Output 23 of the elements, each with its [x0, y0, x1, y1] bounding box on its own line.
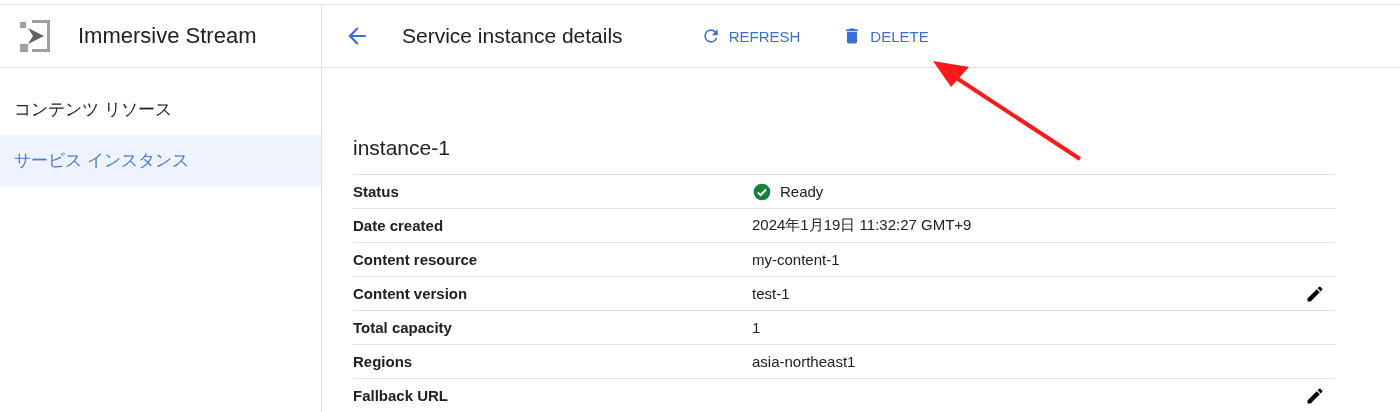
page-title: Service instance details	[402, 24, 623, 48]
field-label: Total capacity	[353, 319, 453, 336]
field-value: test-1	[752, 285, 791, 302]
field-label: Fallback URL	[353, 387, 450, 404]
field-label: Content version	[353, 285, 469, 302]
delete-button[interactable]: DELETE	[840, 22, 931, 50]
refresh-button[interactable]: REFRESH	[698, 22, 803, 50]
field-value: my-content-1	[752, 251, 841, 268]
field-label: Status	[353, 183, 400, 200]
field-label: Date created	[353, 217, 445, 234]
nav-item[interactable]: サービス インスタンス	[0, 135, 321, 186]
status-text: Ready	[780, 183, 824, 200]
field-label: Content resource	[353, 251, 479, 268]
app-title: Immersive Stream	[78, 23, 257, 49]
field-value: asia-northeast1	[752, 353, 857, 370]
field-value: 2024年1月19日 11:32:27 GMT+9	[752, 216, 973, 235]
pencil-icon[interactable]	[1305, 385, 1325, 406]
check-circle-icon	[752, 181, 772, 202]
instance-name: instance-1	[353, 136, 451, 160]
field-label: Regions	[353, 353, 414, 370]
field-value: 1	[752, 319, 762, 336]
nav-item[interactable]: コンテンツ リソース	[0, 84, 321, 135]
pencil-icon[interactable]	[1305, 283, 1325, 304]
